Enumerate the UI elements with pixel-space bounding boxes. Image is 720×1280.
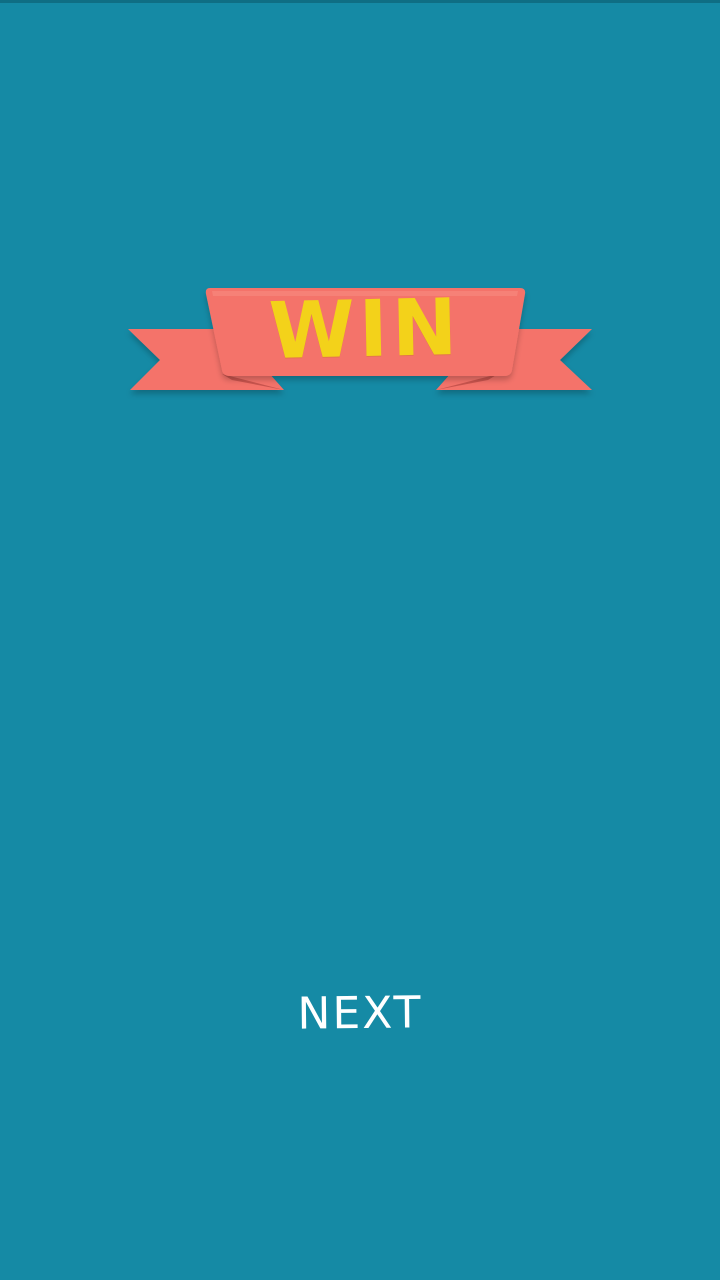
ribbon-left-tail <box>128 329 284 390</box>
next-button[interactable]: NEXT <box>230 974 491 1053</box>
ribbon-right-fold <box>436 374 498 390</box>
ribbon-left-fold <box>222 374 284 390</box>
ribbon-graphic <box>128 288 592 390</box>
win-banner: WIN <box>0 0 720 1280</box>
ribbon-band-highlight <box>212 291 518 296</box>
ribbon-main-band <box>205 288 526 376</box>
win-screen: WIN NEXT <box>0 0 720 1280</box>
win-title: WIN <box>267 282 463 378</box>
ribbon-right-tail <box>436 329 592 390</box>
